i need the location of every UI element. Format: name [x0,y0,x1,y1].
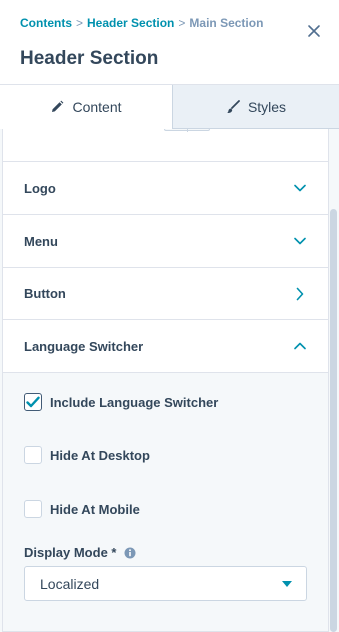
display-mode-value: Localized [40,575,100,592]
checkbox-label: Hide At Desktop [50,447,150,463]
section-label: Menu [24,233,58,249]
display-mode-label: Display Mode * [24,545,117,560]
section-button[interactable]: Button [3,268,328,320]
section-logo[interactable]: Logo [3,162,328,215]
breadcrumb-item-main-section: Main Section [189,16,264,30]
checkmark-icon [26,396,40,408]
checkbox-label: Include Language Switcher [50,394,219,410]
hide-at-mobile-option[interactable]: Hide At Mobile [24,500,140,518]
breadcrumb-item-contents[interactable]: Contents [20,16,72,30]
display-mode-select[interactable]: Localized [24,566,307,601]
hide-at-desktop-option[interactable]: Hide At Desktop [24,446,150,464]
language-switcher-settings: Include Language Switcher Hide At Deskto… [3,373,328,632]
hide-at-mobile-checkbox[interactable] [24,500,42,518]
tab-content-label: Content [72,99,122,115]
tab-bar: Content Styles [0,85,339,129]
breadcrumb: Contents > Header Section > Main Section [20,16,263,30]
display-mode-field-label: Display Mode * [24,545,136,560]
caret-down-icon [282,581,292,587]
tab-content[interactable]: Content [0,85,173,129]
section-label: Language Switcher [24,338,144,354]
close-button[interactable] [305,22,323,40]
sidebar-scroll-area: Logo Menu Button Language Switcher Inclu… [0,129,339,632]
pencil-icon [52,100,64,112]
section-language-switcher[interactable]: Language Switcher [3,320,328,373]
content-panel: Logo Menu Button Language Switcher Inclu… [2,129,329,632]
section-label: Button [24,286,66,301]
close-icon [308,25,320,37]
scrollbar[interactable] [330,209,337,632]
tab-styles-label: Styles [247,98,287,115]
partial-field-control[interactable] [164,129,210,132]
tab-styles[interactable]: Styles [173,85,339,129]
chevron-down-icon [294,237,306,245]
checkbox-label: Hide At Mobile [50,501,140,517]
chevron-up-icon [294,342,306,350]
scrolled-field-row [3,129,328,162]
breadcrumb-separator: > [76,16,84,30]
page-title: Header Section [20,48,159,69]
hide-at-desktop-checkbox[interactable] [24,446,42,464]
include-language-switcher-checkbox[interactable] [24,393,42,411]
brush-icon [226,99,240,113]
breadcrumb-item-header-section[interactable]: Header Section [87,16,174,30]
info-icon[interactable] [124,547,136,559]
sidebar-header: Contents > Header Section > Main Section… [0,0,339,85]
include-language-switcher-option[interactable]: Include Language Switcher [24,393,218,411]
breadcrumb-separator: > [178,16,186,30]
chevron-right-icon [296,287,304,300]
section-label: Logo [24,180,56,196]
chevron-down-icon [294,184,306,192]
section-menu[interactable]: Menu [3,215,328,268]
